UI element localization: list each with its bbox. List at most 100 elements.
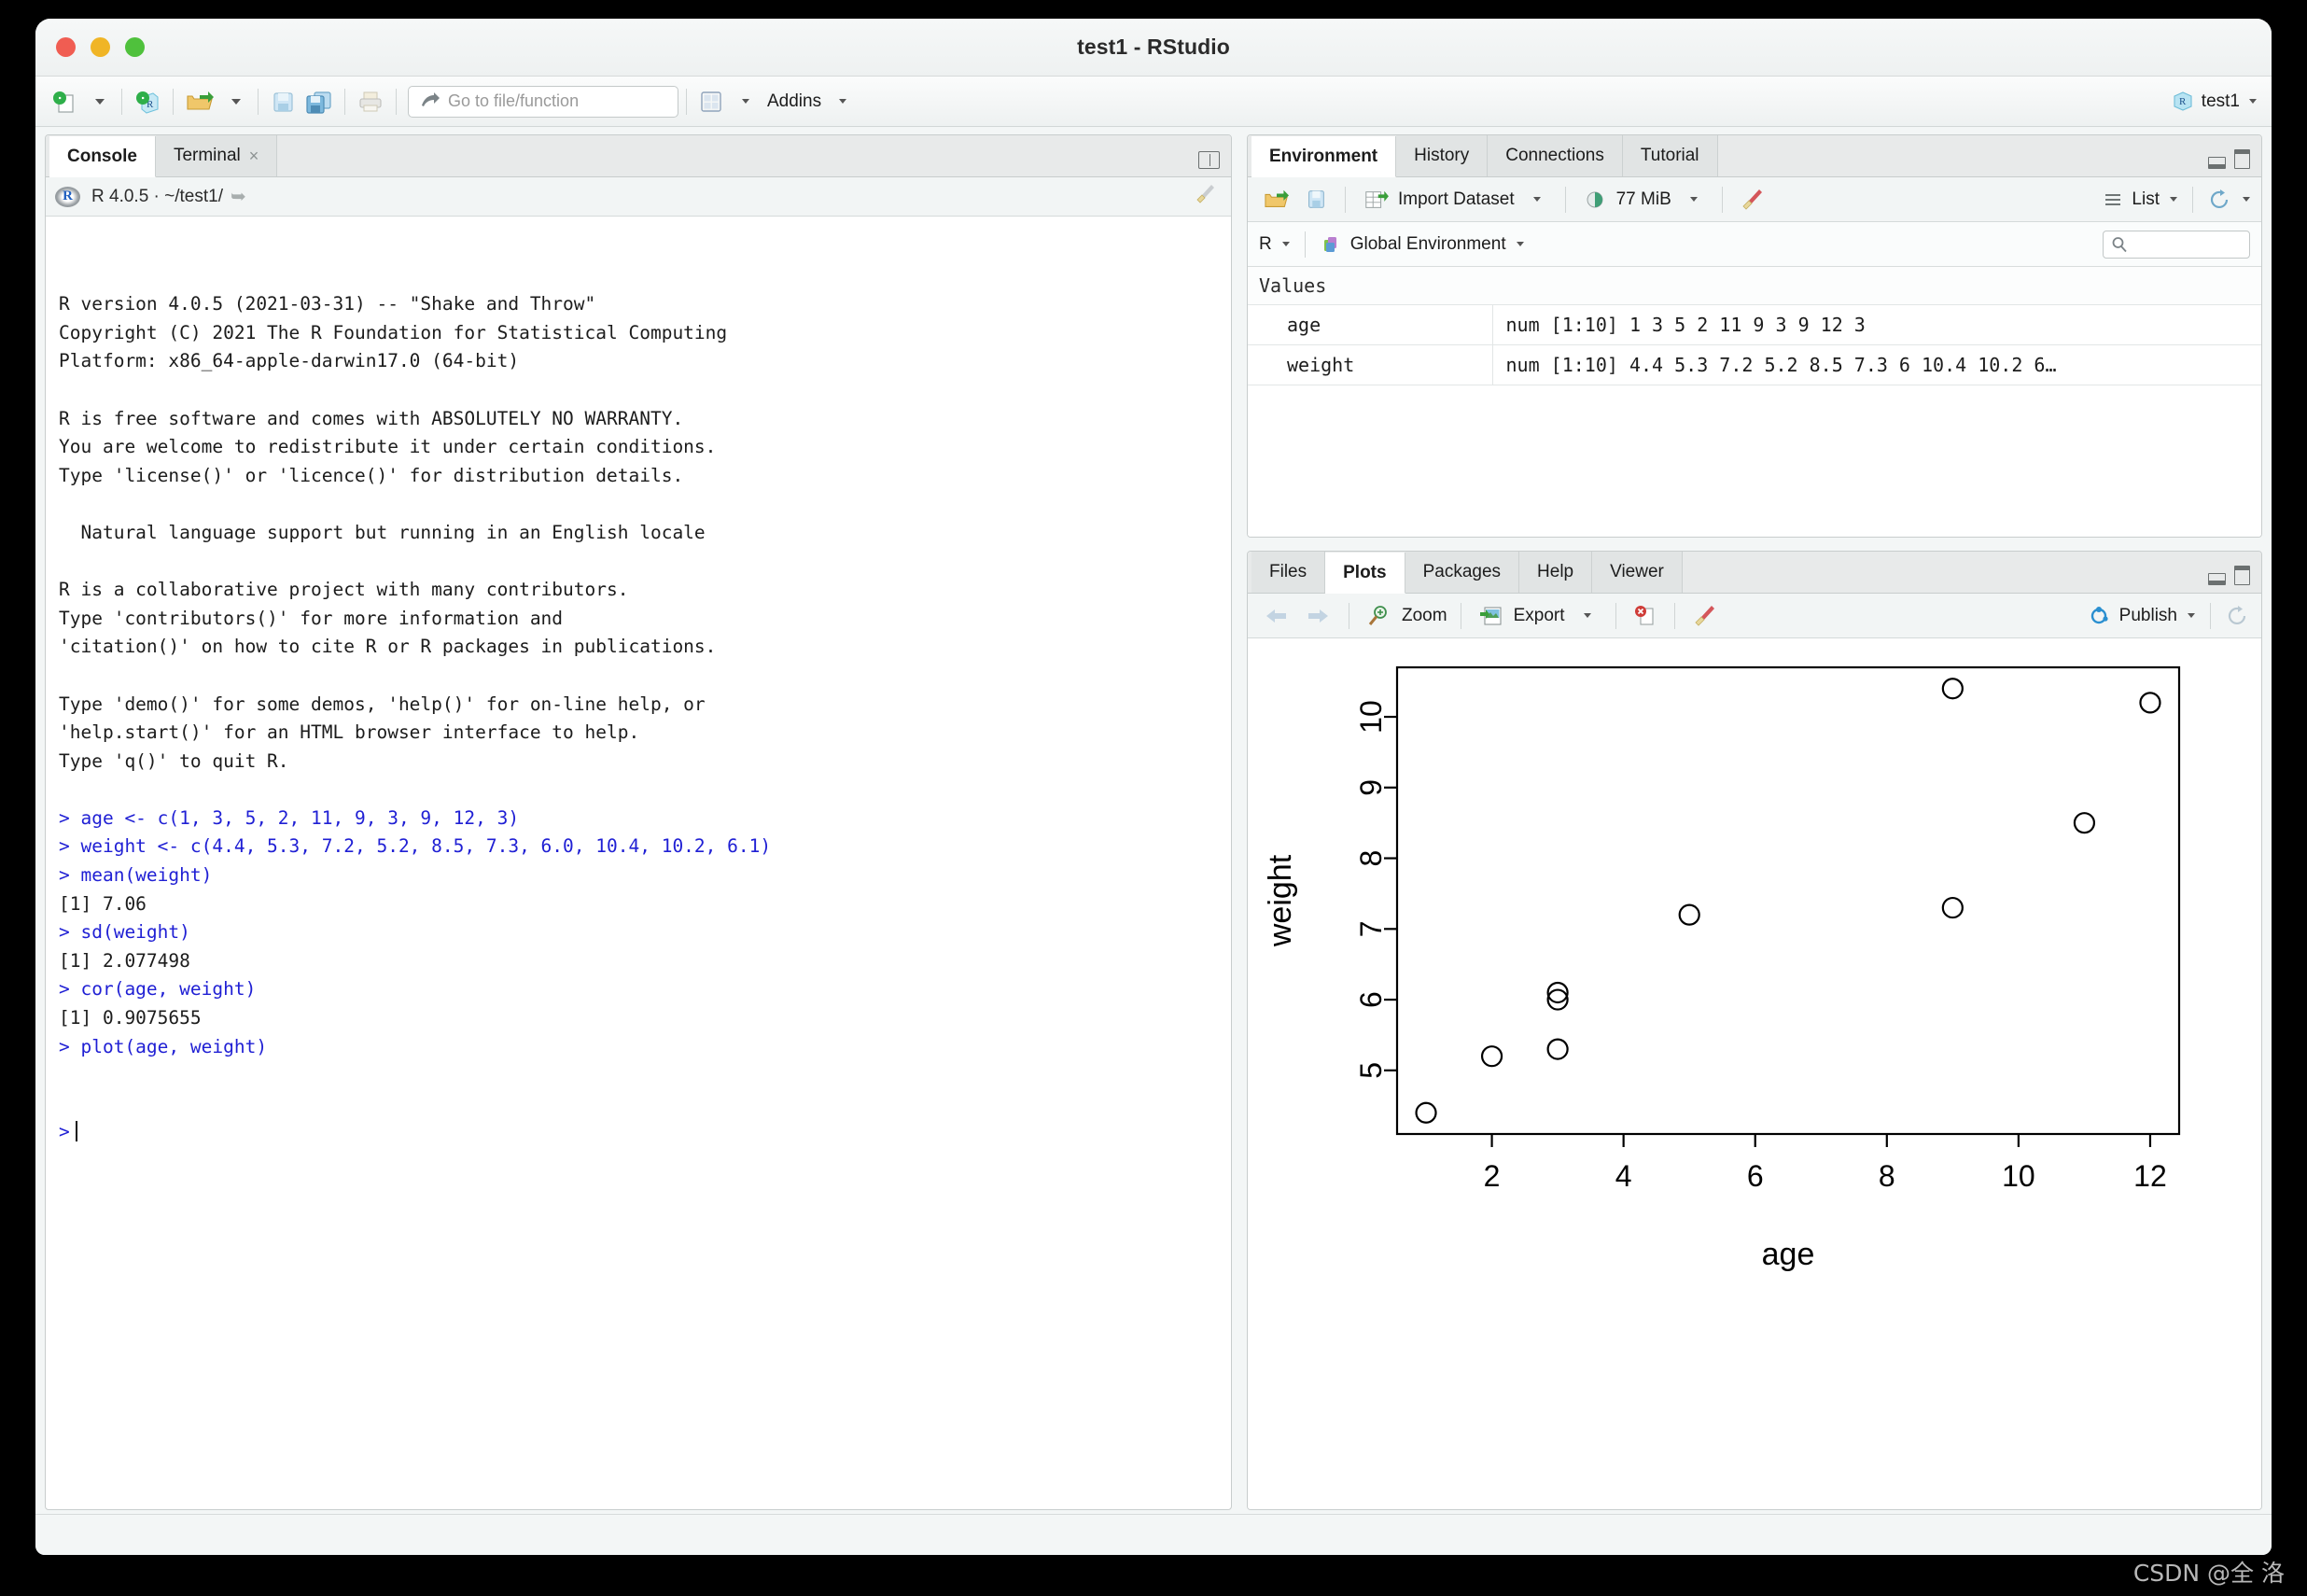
new-file-dropdown[interactable]	[82, 84, 114, 119]
addins-dropdown[interactable]	[825, 84, 857, 119]
tab-help[interactable]: Help	[1519, 552, 1593, 593]
tab-tutorial[interactable]: Tutorial	[1622, 135, 1718, 176]
toolbar-divider	[1564, 186, 1566, 213]
environment-pane: Environment History Connections Tutorial	[1247, 134, 2262, 538]
environment-minimize-button[interactable]	[2208, 157, 2226, 169]
open-file-button[interactable]	[181, 84, 218, 119]
remove-plot-icon	[1634, 605, 1654, 625]
console-output[interactable]: R version 4.0.5 (2021-03-31) -- "Shake a…	[46, 217, 1231, 1509]
memory-dropdown[interactable]	[1677, 182, 1709, 217]
save-button[interactable]	[266, 84, 300, 119]
project-chevron-down-icon	[2249, 99, 2257, 104]
load-workspace-button[interactable]	[1259, 182, 1294, 217]
project-cube-icon: R	[2174, 91, 2192, 111]
tab-help-label: Help	[1537, 562, 1574, 581]
environment-maximize-button[interactable]	[2234, 149, 2250, 169]
pane-layout-dropdown[interactable]	[728, 84, 760, 119]
memory-usage-button[interactable]	[1579, 182, 1611, 217]
save-workspace-button[interactable]	[1300, 182, 1332, 217]
tab-files[interactable]: Files	[1251, 552, 1326, 593]
remove-plot-button[interactable]	[1629, 598, 1661, 634]
x-tick-label: 8	[1879, 1159, 1895, 1193]
plots-minimize-button[interactable]	[2208, 573, 2226, 585]
project-selector[interactable]: R test1	[2171, 77, 2257, 126]
new-project-button[interactable]: R	[130, 84, 165, 119]
import-dataset-dropdown[interactable]	[1520, 182, 1552, 217]
right-pane-column: Environment History Connections Tutorial	[1247, 134, 2262, 1510]
toolbar-divider	[1721, 186, 1723, 213]
environment-section-label: Values	[1248, 267, 2261, 305]
tab-history[interactable]: History	[1396, 135, 1489, 176]
tab-terminal[interactable]: Terminal ×	[155, 135, 278, 176]
console-line: 'citation()' on how to cite R or R packa…	[59, 636, 717, 658]
environment-tabstrip: Environment History Connections Tutorial	[1248, 135, 2261, 177]
console-version-path: R 4.0.5 · ~/test1/	[91, 186, 223, 206]
tab-environment[interactable]: Environment	[1251, 136, 1397, 177]
search-icon	[2112, 236, 2127, 252]
variable-name: weight	[1248, 344, 1493, 385]
view-mode-chevron-down-icon[interactable]	[2170, 197, 2177, 202]
y-tick-label: 5	[1354, 1062, 1388, 1079]
console-prompt: >	[59, 1121, 70, 1143]
tab-packages-label: Packages	[1422, 562, 1502, 581]
environment-search-input[interactable]	[2103, 230, 2250, 259]
console-line: Type 'demo()' for some demos, 'help()' f…	[59, 693, 706, 715]
pane-layout-button[interactable]	[694, 84, 728, 119]
language-chevron-down-icon[interactable]	[1281, 242, 1290, 246]
import-dataset-icon	[1365, 190, 1389, 208]
arrow-left-icon	[1266, 609, 1286, 623]
console-line: > mean(weight)	[59, 864, 213, 887]
next-plot-button[interactable]	[1300, 598, 1335, 634]
list-view-icon[interactable]	[2102, 189, 2124, 210]
data-point	[1546, 1038, 1569, 1060]
plot-canvas[interactable]: 5 6 7 8 9 10 2 4 6 8 10 12 age weight	[1248, 638, 2261, 1509]
refresh-chevron-down-icon[interactable]	[2243, 197, 2250, 202]
tab-viewer-label: Viewer	[1610, 562, 1664, 581]
new-file-icon	[53, 91, 74, 113]
toolbar-divider	[344, 88, 345, 115]
plots-maximize-button[interactable]	[2234, 566, 2250, 585]
language-selector-label: R	[1259, 233, 1272, 254]
scatter-plot: 5 6 7 8 9 10 2 4 6 8 10 12 age weight	[1263, 665, 2181, 1272]
x-tick-label: 4	[1615, 1159, 1632, 1193]
new-file-button[interactable]	[47, 84, 82, 119]
zoom-plot-button[interactable]	[1363, 598, 1396, 634]
print-button[interactable]	[353, 84, 388, 119]
environment-pane-controls	[2208, 149, 2250, 169]
tab-console[interactable]: Console	[49, 136, 156, 177]
export-dropdown[interactable]	[1571, 598, 1602, 634]
tab-connections[interactable]: Connections	[1488, 135, 1623, 176]
publish-chevron-down-icon[interactable]	[2188, 613, 2195, 618]
clear-console-broom-icon[interactable]	[1194, 182, 1218, 211]
data-point	[2139, 692, 2161, 714]
console-tabstrip: Console Terminal ×	[46, 135, 1231, 177]
export-plot-button[interactable]	[1475, 598, 1508, 634]
share-arrow-icon[interactable]: ➥	[231, 185, 246, 208]
previous-plot-button[interactable]	[1259, 598, 1294, 634]
save-all-icon	[306, 91, 331, 114]
goto-placeholder-text: Go to file/function	[448, 91, 580, 110]
environment-chevron-down-icon[interactable]	[1516, 242, 1524, 246]
tab-environment-label: Environment	[1269, 146, 1378, 166]
tab-plots[interactable]: Plots	[1325, 553, 1405, 594]
console-expand-button[interactable]	[1198, 151, 1220, 169]
import-dataset-button[interactable]	[1359, 182, 1392, 217]
table-row[interactable]: age num [1:10] 1 3 5 2 11 9 3 9 12 3	[1248, 304, 2261, 345]
table-row[interactable]: weight num [1:10] 4.4 5.3 7.2 5.2 8.5 7.…	[1248, 344, 2261, 385]
goto-file-function-box[interactable]: Go to file/function	[408, 85, 678, 118]
x-tick-label: 12	[2133, 1159, 2167, 1193]
console-line: > plot(age, weight)	[59, 1035, 268, 1057]
x-tick-label: 6	[1747, 1159, 1764, 1193]
toolbar-divider	[2192, 186, 2193, 213]
clear-environment-button[interactable]	[1736, 182, 1769, 217]
tab-packages[interactable]: Packages	[1405, 552, 1520, 593]
open-file-dropdown[interactable]	[218, 84, 250, 119]
export-image-icon	[1479, 606, 1502, 625]
close-terminal-icon[interactable]: ×	[249, 147, 259, 166]
refresh-icon[interactable]	[2208, 189, 2232, 211]
clear-all-plots-button[interactable]	[1688, 598, 1722, 634]
save-all-button[interactable]	[300, 84, 337, 119]
tab-viewer[interactable]: Viewer	[1592, 552, 1683, 593]
console-line: Platform: x86_64-apple-darwin17.0 (64-bi…	[59, 350, 520, 372]
refresh-icon[interactable]	[2226, 605, 2250, 627]
